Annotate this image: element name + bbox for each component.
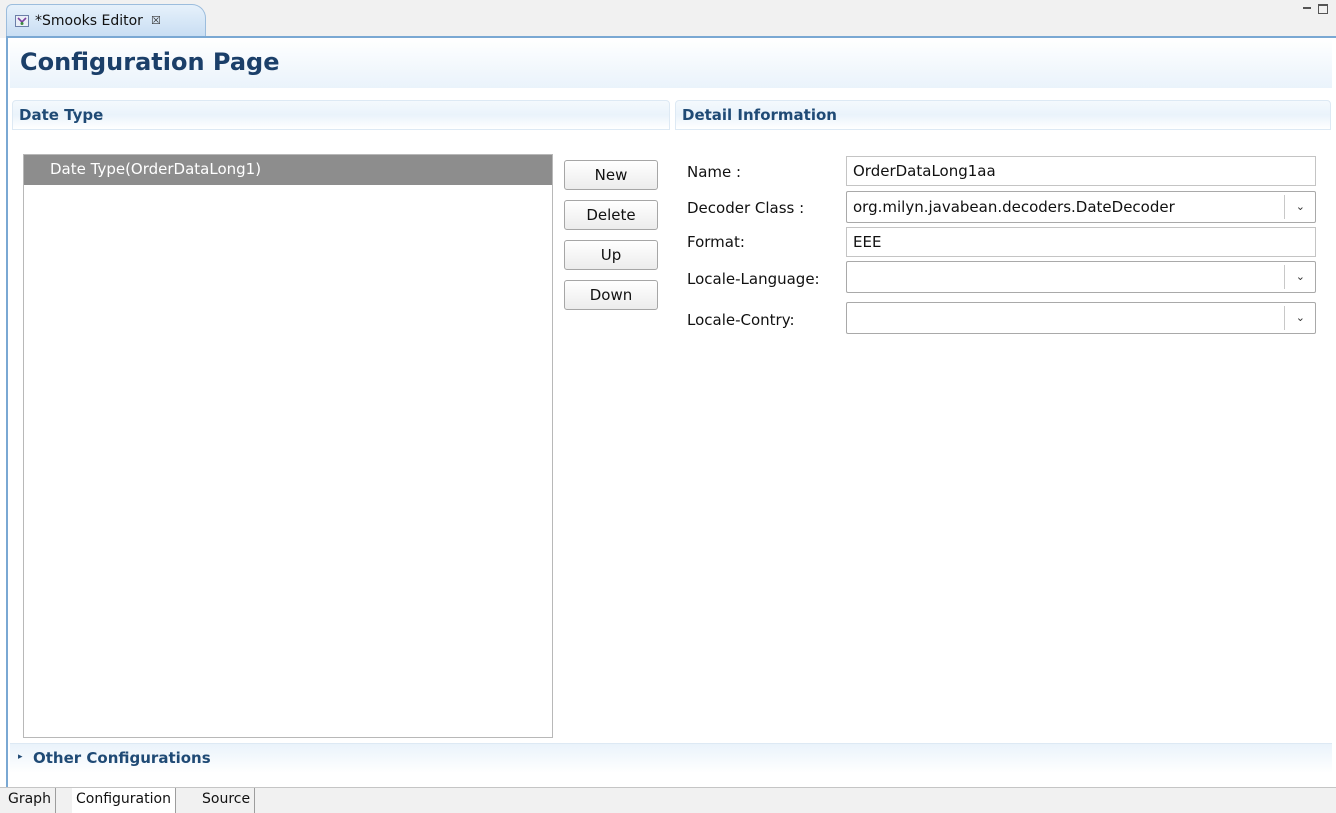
list-item[interactable]: Date Type(OrderDataLong1) <box>24 155 552 185</box>
combo-separator <box>1284 265 1285 289</box>
page-tabs: Graph Configuration Source <box>0 787 1336 813</box>
maximize-icon[interactable] <box>1318 4 1328 14</box>
close-icon[interactable]: ☒ <box>151 14 161 27</box>
tab-configuration[interactable]: Configuration <box>72 788 176 813</box>
editor-tab-title: *Smooks Editor <box>35 12 143 29</box>
down-button[interactable]: Down <box>564 280 658 310</box>
decoder-class-value: org.milyn.javabean.decoders.DateDecoder <box>853 198 1175 216</box>
name-field[interactable]: OrderDataLong1aa <box>846 156 1316 186</box>
window-controls <box>1302 4 1328 14</box>
delete-button[interactable]: Delete <box>564 200 658 230</box>
combo-separator <box>1284 195 1285 219</box>
decoder-class-select[interactable]: org.milyn.javabean.decoders.DateDecoder … <box>846 191 1316 223</box>
format-label: Format: <box>687 233 745 251</box>
locale-country-label: Locale-Contry: <box>687 311 795 329</box>
date-type-section-header: Date Type <box>12 100 670 130</box>
chevron-down-icon[interactable]: ⌄ <box>1296 192 1305 222</box>
up-button[interactable]: Up <box>564 240 658 270</box>
minimize-icon[interactable] <box>1302 4 1312 14</box>
other-configurations-section[interactable]: ▸ Other Configurations <box>10 743 1332 773</box>
detail-section-title: Detail Information <box>682 106 837 124</box>
chevron-down-icon[interactable]: ⌄ <box>1296 303 1305 333</box>
editor-tab[interactable]: *Smooks Editor ☒ <box>6 4 206 36</box>
editor-tab-strip: *Smooks Editor ☒ <box>0 0 1336 38</box>
locale-language-label: Locale-Language: <box>687 270 820 288</box>
locale-country-select[interactable]: ⌄ <box>846 302 1316 334</box>
tab-source[interactable]: Source <box>198 788 256 813</box>
expand-arrow-icon[interactable]: ▸ <box>18 752 23 762</box>
detail-section-header: Detail Information <box>675 100 1331 130</box>
editor-body: Configuration Page Date Type Detail Info… <box>6 36 1336 787</box>
decoder-class-label: Decoder Class : <box>687 199 805 217</box>
smooks-editor-icon <box>15 14 29 28</box>
other-configurations-title[interactable]: Other Configurations <box>33 749 211 767</box>
new-button[interactable]: New <box>564 160 658 190</box>
combo-separator <box>1284 306 1285 330</box>
format-field[interactable]: EEE <box>846 227 1316 257</box>
chevron-down-icon[interactable]: ⌄ <box>1296 262 1305 292</box>
date-type-section-title: Date Type <box>19 106 104 124</box>
page-title: Configuration Page <box>20 48 280 76</box>
page-header: Configuration Page <box>10 38 1332 88</box>
date-type-list[interactable]: Date Type(OrderDataLong1) <box>23 154 553 738</box>
tab-graph[interactable]: Graph <box>4 788 56 813</box>
name-label: Name : <box>687 163 742 181</box>
locale-language-select[interactable]: ⌄ <box>846 261 1316 293</box>
